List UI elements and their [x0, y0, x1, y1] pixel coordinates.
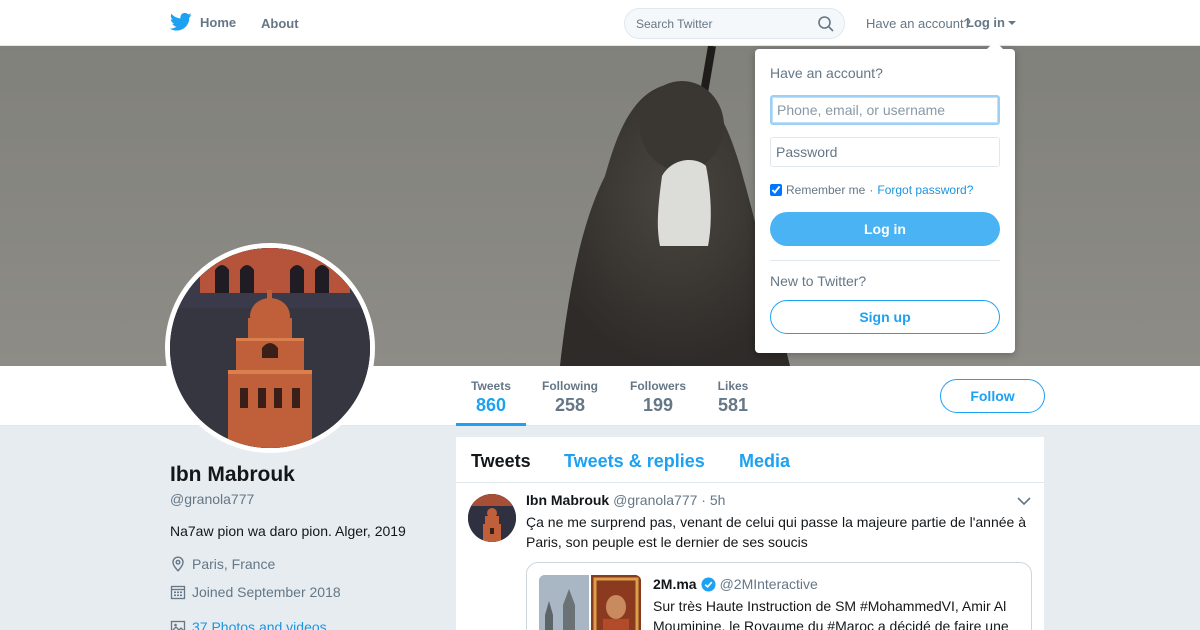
- tweet-author-name[interactable]: Ibn Mabrouk: [526, 492, 609, 508]
- quoted-tweet[interactable]: 2M.ma @2MInteractive Sur très Haute Inst…: [526, 562, 1032, 630]
- photos-videos-label: 37 Photos and videos: [192, 619, 327, 630]
- stat-likes[interactable]: Likes 581: [717, 379, 749, 416]
- verified-badge-icon: [701, 576, 716, 592]
- stat-label: Likes: [717, 379, 749, 393]
- tab-tweets[interactable]: Tweets: [471, 451, 531, 472]
- profile-bio: Na7aw pion wa daro pion. Alger, 2019: [170, 523, 406, 539]
- about-link[interactable]: About: [261, 16, 299, 31]
- login-link-label: Log in: [966, 15, 1005, 30]
- tweet-separator: ·: [701, 492, 710, 508]
- timeline: Tweets Tweets & replies Media Ibn Mabrou…: [456, 437, 1044, 630]
- caret-down-icon: [1008, 20, 1016, 25]
- chevron-down-icon[interactable]: [1017, 496, 1031, 506]
- password-field[interactable]: [770, 137, 1000, 167]
- stat-value: 199: [642, 395, 674, 415]
- tab-tweets-replies[interactable]: Tweets & replies: [564, 451, 705, 472]
- dropdown-title: Have an account?: [770, 65, 883, 81]
- tweet-timestamp[interactable]: 5h: [710, 492, 726, 508]
- photos-videos-link[interactable]: 37 Photos and videos: [170, 619, 327, 630]
- search-input[interactable]: [636, 15, 811, 33]
- tweet-header: Ibn Mabrouk @granola777 · 5h: [526, 492, 725, 508]
- stat-value: 581: [717, 395, 749, 415]
- remember-me-label[interactable]: Remember me: [786, 183, 865, 197]
- signup-button[interactable]: Sign up: [770, 300, 1000, 334]
- tab-media[interactable]: Media: [739, 451, 790, 472]
- stat-label: Tweets: [471, 379, 511, 393]
- stat-value: 258: [554, 395, 586, 415]
- remember-me-row: Remember me · Forgot password?: [770, 183, 973, 197]
- location-pin-icon: [172, 556, 184, 572]
- profile-location: Paris, France: [170, 556, 275, 572]
- stat-followers[interactable]: Followers 199: [629, 379, 687, 416]
- photo-icon: [170, 620, 186, 630]
- new-to-twitter-text: New to Twitter?: [770, 273, 867, 289]
- timeline-tabs: Tweets Tweets & replies Media: [456, 437, 1044, 483]
- quoted-tweet-text: Sur très Haute Instruction de SM #Mohamm…: [653, 598, 1009, 630]
- top-navigation: Home About Have an account? Log in: [0, 0, 1200, 46]
- profile-handle: @granola777: [170, 491, 255, 507]
- tweet-text: Ça ne me surprend pas, venant de celui q…: [526, 514, 1026, 550]
- dropdown-divider: [770, 260, 1000, 261]
- quoted-author-handle: @2MInteractive: [719, 576, 818, 592]
- quoted-author-name: 2M.ma: [653, 576, 697, 592]
- stat-tweets[interactable]: Tweets 860: [470, 379, 512, 416]
- search-icon[interactable]: [818, 16, 834, 32]
- username-field[interactable]: [770, 95, 1000, 125]
- stat-following[interactable]: Following 258: [541, 379, 599, 416]
- login-button[interactable]: Log in: [770, 212, 1000, 246]
- calendar-icon: [170, 585, 186, 600]
- joined-text: Joined September 2018: [192, 584, 341, 600]
- location-text: Paris, France: [192, 556, 276, 572]
- have-account-text: Have an account?: [866, 16, 971, 31]
- tweet-avatar[interactable]: [468, 494, 516, 542]
- forgot-password-link[interactable]: Forgot password?: [877, 183, 973, 197]
- stat-value: 860: [475, 395, 507, 415]
- stat-label: Following: [542, 379, 598, 393]
- twitter-bird-icon: [170, 12, 192, 31]
- home-label: Home: [200, 14, 237, 30]
- profile-avatar[interactable]: [165, 243, 375, 453]
- tweet-author-handle[interactable]: @granola777: [613, 492, 697, 508]
- remember-me-checkbox[interactable]: [770, 184, 782, 196]
- profile-joined: Joined September 2018: [170, 584, 341, 600]
- search-box: [624, 8, 845, 39]
- quoted-tweet-image: [539, 575, 589, 630]
- quoted-tweet-image: [591, 575, 641, 630]
- login-dropdown: Have an account? Remember me · Forgot pa…: [755, 41, 1015, 353]
- follow-button[interactable]: Follow: [940, 379, 1045, 413]
- active-stat-underline: [456, 423, 526, 426]
- home-link[interactable]: Home: [170, 12, 236, 32]
- profile-name: Ibn Mabrouk: [170, 463, 295, 486]
- login-dropdown-toggle[interactable]: Log in: [966, 15, 1016, 30]
- remember-forgot-separator: ·: [869, 183, 874, 197]
- quoted-tweet-header: 2M.ma @2MInteractive: [653, 576, 818, 592]
- stat-label: Followers: [629, 379, 686, 393]
